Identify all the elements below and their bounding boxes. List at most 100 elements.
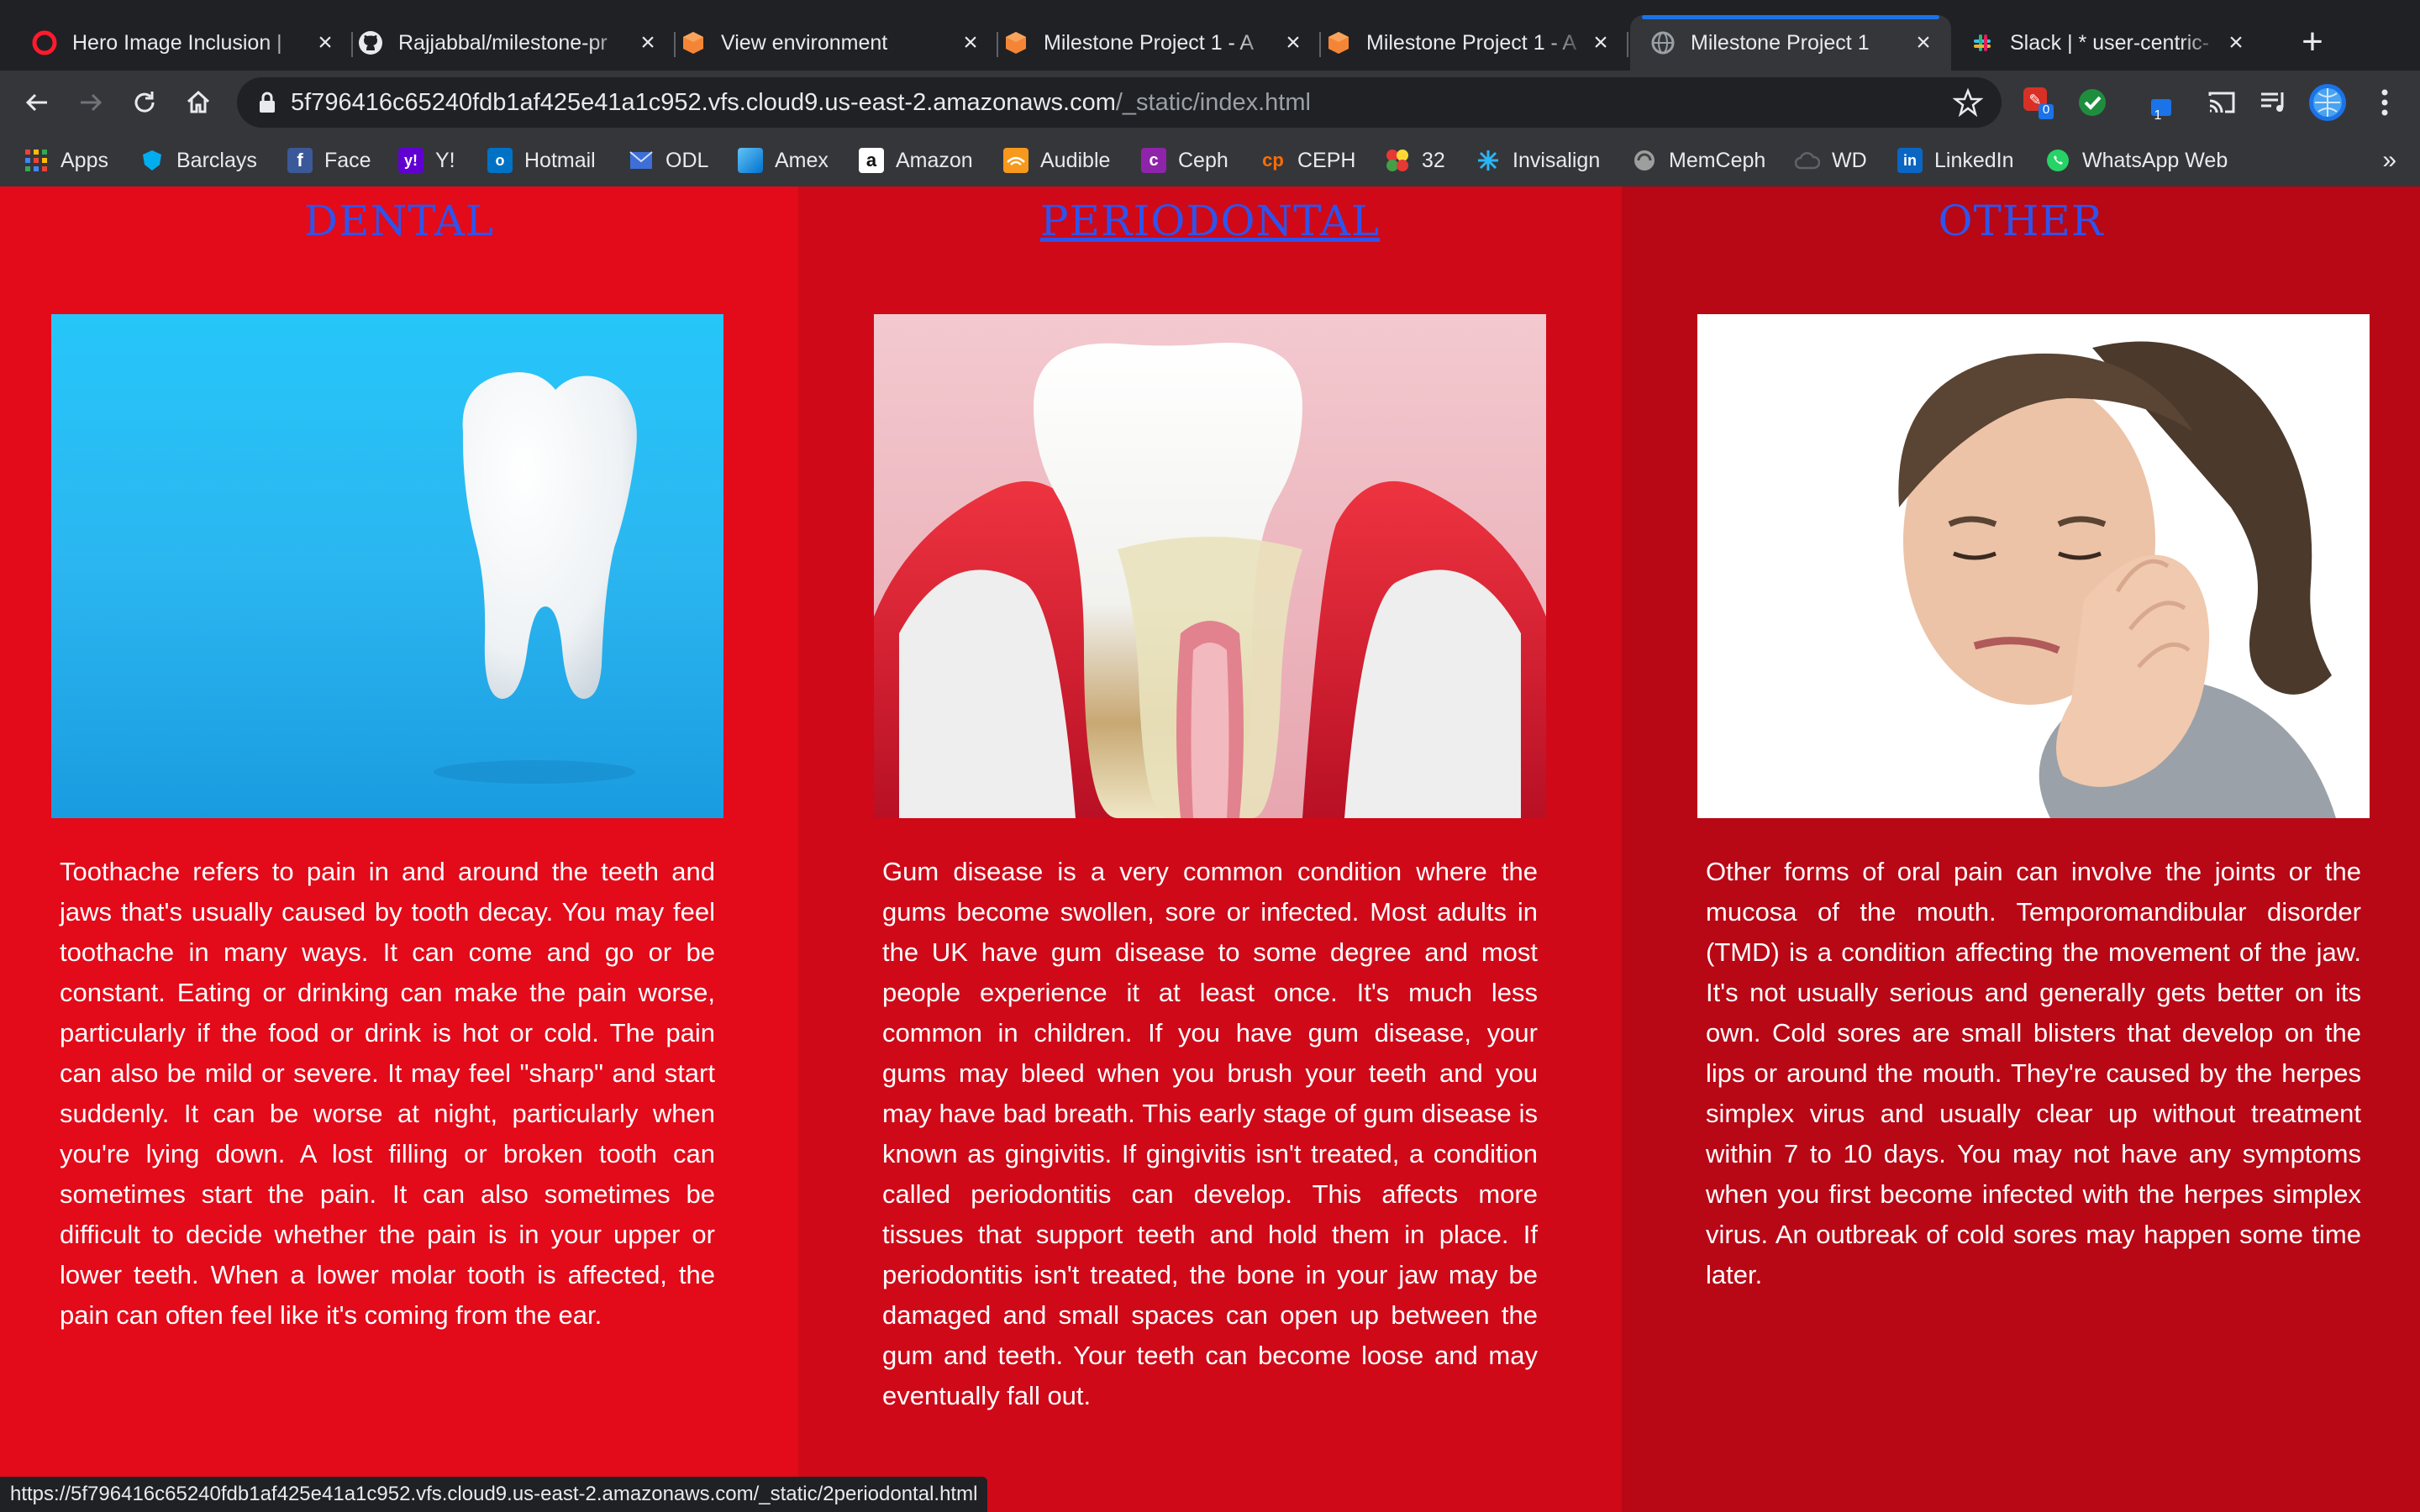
tab-strip: Hero Image Inclusion | × Rajjabbal/miles… <box>0 0 2420 71</box>
back-button[interactable] <box>17 82 57 123</box>
dental-heading-link[interactable]: DENTAL <box>0 197 798 245</box>
cast-icon <box>2208 92 2235 113</box>
bookmark-ceph[interactable]: c Ceph <box>1141 144 1228 176</box>
bookmark-memceph[interactable]: MemCeph <box>1632 144 1765 176</box>
close-icon[interactable]: × <box>635 30 660 55</box>
bookmark-apps[interactable]: Apps <box>24 144 108 176</box>
bookmark-label: WD <box>1832 148 1867 172</box>
close-icon[interactable]: × <box>958 30 983 55</box>
bookmark-label: MemCeph <box>1669 148 1766 172</box>
bookmark-label: 32 <box>1422 148 1445 172</box>
extension-3-badge: 1 <box>2154 108 2162 123</box>
memceph-icon <box>1632 148 1657 173</box>
bookmark-label: Y! <box>435 148 455 172</box>
tab-milestone-project-active[interactable]: Milestone Project 1 × <box>1630 15 1951 71</box>
audible-icon <box>1003 148 1028 173</box>
forward-button[interactable] <box>71 82 111 123</box>
avatar <box>2309 84 2346 121</box>
bookmark-hotmail[interactable]: o Hotmail <box>487 144 596 176</box>
tab-slack[interactable]: Slack | * user-centric- × <box>1953 15 2264 71</box>
barclays-icon <box>139 148 165 173</box>
tab-title: Slack | * user-centric- <box>2010 30 2210 55</box>
menu-button[interactable] <box>2365 82 2405 123</box>
bookmark-label: LinkedIn <box>1934 148 2014 172</box>
bookmark-amazon[interactable]: a Amazon <box>859 144 973 176</box>
tab-view-environment[interactable]: View environment × <box>676 15 998 71</box>
home-icon <box>187 90 210 113</box>
back-arrow-icon <box>25 93 47 112</box>
bookmark-amex[interactable]: Amex <box>738 144 829 176</box>
bookmark-label: Hotmail <box>524 148 596 172</box>
github-icon <box>358 30 383 55</box>
extension-1[interactable]: ✎ 0 <box>2018 82 2059 123</box>
apps-grid-icon <box>24 148 49 173</box>
bookmark-label: CEPH <box>1297 148 1356 172</box>
amazon-icon: a <box>859 148 884 173</box>
bookmark-32[interactable]: 32 <box>1385 144 1445 176</box>
flower-icon <box>1385 148 1410 173</box>
reload-icon <box>134 92 155 113</box>
close-icon[interactable]: × <box>1911 30 1936 55</box>
bookmark-label: Amex <box>775 148 829 172</box>
tab-title: View environment <box>721 30 888 55</box>
aws-cube-icon <box>1003 30 1028 55</box>
bookmark-label: Face <box>324 148 371 172</box>
reload-button[interactable] <box>124 82 165 123</box>
other-paragraph: Other forms of oral pain can involve the… <box>1706 857 2361 1289</box>
other-image[interactable] <box>1697 314 2370 818</box>
bookmarks-overflow-button[interactable]: » <box>2382 146 2396 175</box>
close-icon[interactable]: × <box>313 30 338 55</box>
tab-separator <box>1627 32 1628 57</box>
periodontal-image[interactable] <box>874 314 1546 818</box>
tab-title: Hero Image Inclusion | <box>72 30 282 55</box>
bookmark-yahoo[interactable]: y! Y! <box>398 144 455 176</box>
other-heading-link[interactable]: OTHER <box>1622 197 2420 245</box>
address-url: 5f796416c65240fdb1af425e41a1c952.vfs.clo… <box>291 89 1311 117</box>
tab-github-milestone[interactable]: Rajjabbal/milestone-pr × <box>353 15 676 71</box>
kebab-menu-icon <box>2381 89 2388 116</box>
profile-button[interactable] <box>2307 82 2348 123</box>
bookmark-odl[interactable]: ODL <box>629 144 708 176</box>
tab-milestone-project-aws-2[interactable]: Milestone Project 1 - A × <box>1321 15 1628 71</box>
home-button[interactable] <box>178 82 218 123</box>
bookmark-barclays[interactable]: Barclays <box>139 144 257 176</box>
new-tab-button[interactable]: + <box>2292 24 2333 64</box>
close-icon[interactable]: × <box>1588 30 1613 55</box>
bookmark-wd[interactable]: WD <box>1795 144 1867 176</box>
forward-arrow-icon <box>81 93 103 112</box>
close-icon[interactable]: × <box>2223 30 2249 55</box>
aws-cube-icon <box>1326 30 1351 55</box>
mail-icon <box>629 148 654 173</box>
bookmark-label: Apps <box>60 148 108 172</box>
linkedin-icon: in <box>1897 148 1923 173</box>
address-host: 5f796416c65240fdb1af425e41a1c952.vfs.clo… <box>291 89 1116 116</box>
tab-title: Rajjabbal/milestone-pr <box>398 30 608 55</box>
ceph-icon: c <box>1141 148 1166 173</box>
address-bar[interactable]: 5f796416c65240fdb1af425e41a1c952.vfs.clo… <box>237 77 2002 128</box>
dental-image[interactable] <box>51 314 723 818</box>
extension-3[interactable]: 1 <box>2141 82 2181 123</box>
periodontal-heading-link[interactable]: PERIODONTAL <box>798 197 1622 245</box>
bookmark-label: Audible <box>1040 148 1111 172</box>
playlist-icon <box>2261 92 2284 112</box>
bookmark-star-icon[interactable] <box>1953 87 1983 118</box>
tab-hero-image-inclusion[interactable]: Hero Image Inclusion | × <box>0 15 353 71</box>
bookmark-ceph-cp[interactable]: cp CEPH <box>1260 144 1355 176</box>
bookmark-linkedin[interactable]: in LinkedIn <box>1897 144 2014 176</box>
bookmark-face[interactable]: f Face <box>287 144 371 176</box>
close-icon[interactable]: × <box>1281 30 1306 55</box>
bookmark-invisalign[interactable]: Invisalign <box>1476 144 1600 176</box>
amex-icon <box>738 148 763 173</box>
bookmark-label: Barclays <box>176 148 257 172</box>
bookmark-label: ODL <box>666 148 709 172</box>
media-button[interactable] <box>2254 82 2294 123</box>
tab-milestone-project-aws-1[interactable]: Milestone Project 1 - A × <box>998 15 1321 71</box>
aws-cube-icon <box>681 30 706 55</box>
periodontal-paragraph: Gum disease is a very common condition w… <box>882 857 1538 1410</box>
facebook-icon: f <box>287 148 313 173</box>
extension-2[interactable] <box>2072 82 2112 123</box>
cast-button[interactable] <box>2202 82 2242 123</box>
bookmark-audible[interactable]: Audible <box>1003 144 1110 176</box>
address-path: /_static/index.html <box>1115 89 1311 116</box>
bookmark-whatsapp[interactable]: WhatsApp Web <box>2045 144 2228 176</box>
